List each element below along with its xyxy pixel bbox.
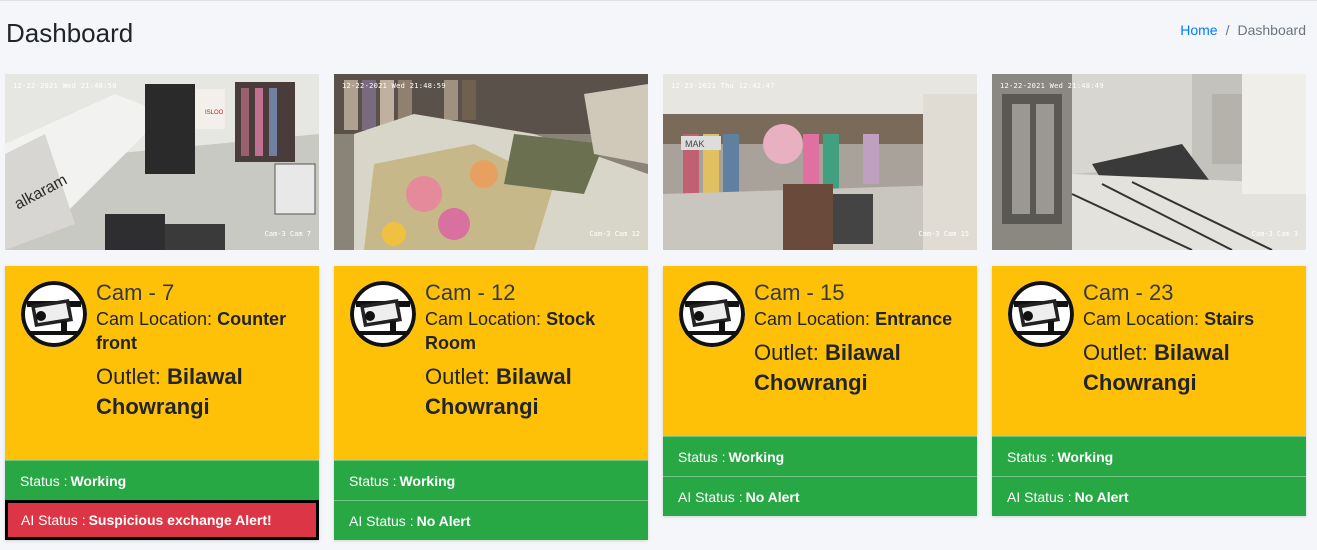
outlet-label: Outlet: bbox=[425, 364, 490, 390]
cctv-camera-icon bbox=[21, 281, 87, 347]
camera-snapshot[interactable]: 12-22-2021 Wed 21:48:59 Cam-3 Cam 12 bbox=[334, 74, 648, 250]
camera-location: Cam Location: Entrance bbox=[754, 308, 965, 332]
camera-status-row: Status : Working bbox=[334, 460, 648, 500]
camera-card-cam-15: Cam - 15 Cam Location: Entrance Outlet: … bbox=[663, 266, 977, 516]
camera-status-row: Status : Working bbox=[992, 436, 1306, 476]
camera-location-label: Cam Location: bbox=[754, 309, 871, 330]
camera-card-header: Cam - 12 Cam Location: Stock Room Outlet… bbox=[334, 266, 648, 460]
camera-snapshot[interactable]: 12-22-2021 Wed 21:48:49 Cam-3 Cam 3 bbox=[992, 74, 1306, 250]
camera-name: Cam - 12 bbox=[425, 280, 516, 305]
svg-text:ISLOO: ISLOO bbox=[205, 110, 224, 116]
ai-status-row: AI Status : No Alert bbox=[663, 476, 977, 516]
camera-feed-cam-12[interactable]: 12-22-2021 Wed 21:48:59 Cam-3 Cam 12 bbox=[334, 74, 648, 250]
cctv-camera-icon bbox=[679, 281, 745, 347]
cctv-camera-icon bbox=[350, 281, 416, 347]
ai-status-value: No Alert bbox=[1074, 488, 1129, 505]
snapshot-image: MAK bbox=[663, 74, 977, 250]
camera-location-value: Stairs bbox=[1204, 309, 1255, 330]
camera-card-cam-23: Cam - 23 Cam Location: Stairs Outlet: Bi… bbox=[992, 266, 1306, 516]
ai-status-value: No Alert bbox=[416, 512, 471, 529]
camera-location: Cam Location: Stairs bbox=[1083, 308, 1294, 332]
breadcrumb-current: Dashboard bbox=[1237, 22, 1307, 38]
snapshot-camera-label: Cam-3 Cam 7 bbox=[264, 230, 311, 238]
camera-snapshot[interactable]: MAK 12-23-2021 Thu 12:42:47 Cam-3 Cam 15 bbox=[663, 74, 977, 250]
camera-outlet: Outlet: Bilawal Chowrangi bbox=[96, 362, 307, 421]
ai-status-row: AI Status : No Alert bbox=[992, 476, 1306, 516]
status-label: Status : bbox=[678, 448, 726, 465]
camera-outlet: Outlet: Bilawal Chowrangi bbox=[754, 338, 965, 397]
ai-status-value: Suspicious exchange Alert! bbox=[88, 512, 272, 528]
snapshot-image bbox=[992, 74, 1306, 250]
camera-outlet: Outlet: Bilawal Chowrangi bbox=[425, 362, 636, 421]
breadcrumb-home-link[interactable]: Home bbox=[1180, 22, 1217, 38]
camera-card-header: Cam - 15 Cam Location: Entrance Outlet: … bbox=[663, 266, 977, 436]
snapshot-timestamp: 12-22-2021 Wed 21:48:50 bbox=[13, 82, 117, 90]
status-value: Working bbox=[70, 472, 127, 489]
top-divider bbox=[0, 0, 1317, 1]
ai-status-alert-row[interactable]: AI Status : Suspicious exchange Alert! bbox=[5, 500, 319, 540]
svg-text:MAK: MAK bbox=[685, 139, 705, 149]
cctv-camera-icon bbox=[1008, 281, 1074, 347]
camera-status-row: Status : Working bbox=[663, 436, 977, 476]
camera-snapshot[interactable]: ISLOO alkaram 12-22-2021 Wed 21:48:50 Ca… bbox=[5, 74, 319, 250]
camera-name: Cam - 15 bbox=[754, 280, 845, 305]
camera-card-cam-7: Cam - 7 Cam Location: Counter front Outl… bbox=[5, 266, 319, 540]
status-label: Status : bbox=[1007, 448, 1055, 465]
camera-location-value: Entrance bbox=[875, 309, 953, 330]
ai-status-row: AI Status : No Alert bbox=[334, 500, 648, 540]
status-label: Status : bbox=[20, 472, 68, 489]
camera-location: Cam Location: Stock Room bbox=[425, 308, 636, 356]
ai-status-value: No Alert bbox=[745, 488, 800, 505]
camera-name: Cam - 7 bbox=[96, 280, 175, 305]
camera-feed-cam-23[interactable]: 12-22-2021 Wed 21:48:49 Cam-3 Cam 3 bbox=[992, 74, 1306, 250]
snapshot-image bbox=[334, 74, 648, 250]
snapshot-camera-label: Cam-3 Cam 15 bbox=[918, 230, 969, 238]
camera-card-cam-12: Cam - 12 Cam Location: Stock Room Outlet… bbox=[334, 266, 648, 540]
status-label: Status : bbox=[349, 472, 397, 489]
snapshot-image: ISLOO alkaram bbox=[5, 74, 319, 250]
ai-status-label: AI Status : bbox=[1007, 488, 1072, 505]
camera-card-header: Cam - 7 Cam Location: Counter front Outl… bbox=[5, 266, 319, 460]
outlet-label: Outlet: bbox=[1083, 340, 1148, 366]
camera-feed-cam-7[interactable]: ISLOO alkaram 12-22-2021 Wed 21:48:50 Ca… bbox=[5, 74, 319, 250]
outlet-label: Outlet: bbox=[754, 340, 819, 366]
snapshot-camera-label: Cam-3 Cam 3 bbox=[1251, 230, 1298, 238]
camera-card-header: Cam - 23 Cam Location: Stairs Outlet: Bi… bbox=[992, 266, 1306, 436]
breadcrumb: Home / Dashboard bbox=[1180, 22, 1306, 38]
breadcrumb-separator: / bbox=[1225, 22, 1230, 38]
outlet-label: Outlet: bbox=[96, 364, 161, 390]
camera-name: Cam - 23 bbox=[1083, 280, 1174, 305]
status-value: Working bbox=[728, 448, 785, 465]
camera-location-label: Cam Location: bbox=[96, 309, 213, 330]
page-title: Dashboard bbox=[6, 18, 134, 48]
snapshot-timestamp: 12-22-2021 Wed 21:48:49 bbox=[1000, 82, 1104, 90]
status-value: Working bbox=[399, 472, 456, 489]
snapshot-timestamp: 12-22-2021 Wed 21:48:59 bbox=[342, 82, 446, 90]
ai-status-label: AI Status : bbox=[678, 488, 743, 505]
snapshot-camera-label: Cam-3 Cam 12 bbox=[589, 230, 640, 238]
ai-status-label: AI Status : bbox=[21, 512, 86, 528]
snapshot-timestamp: 12-23-2021 Thu 12:42:47 bbox=[671, 82, 775, 90]
camera-location-label: Cam Location: bbox=[1083, 309, 1200, 330]
camera-location-label: Cam Location: bbox=[425, 309, 542, 330]
camera-location: Cam Location: Counter front bbox=[96, 308, 307, 356]
status-value: Working bbox=[1057, 448, 1114, 465]
ai-status-label: AI Status : bbox=[349, 512, 414, 529]
camera-status-row: Status : Working bbox=[5, 460, 319, 500]
camera-outlet: Outlet: Bilawal Chowrangi bbox=[1083, 338, 1294, 397]
camera-feed-cam-15[interactable]: MAK 12-23-2021 Thu 12:42:47 Cam-3 Cam 15 bbox=[663, 74, 977, 250]
